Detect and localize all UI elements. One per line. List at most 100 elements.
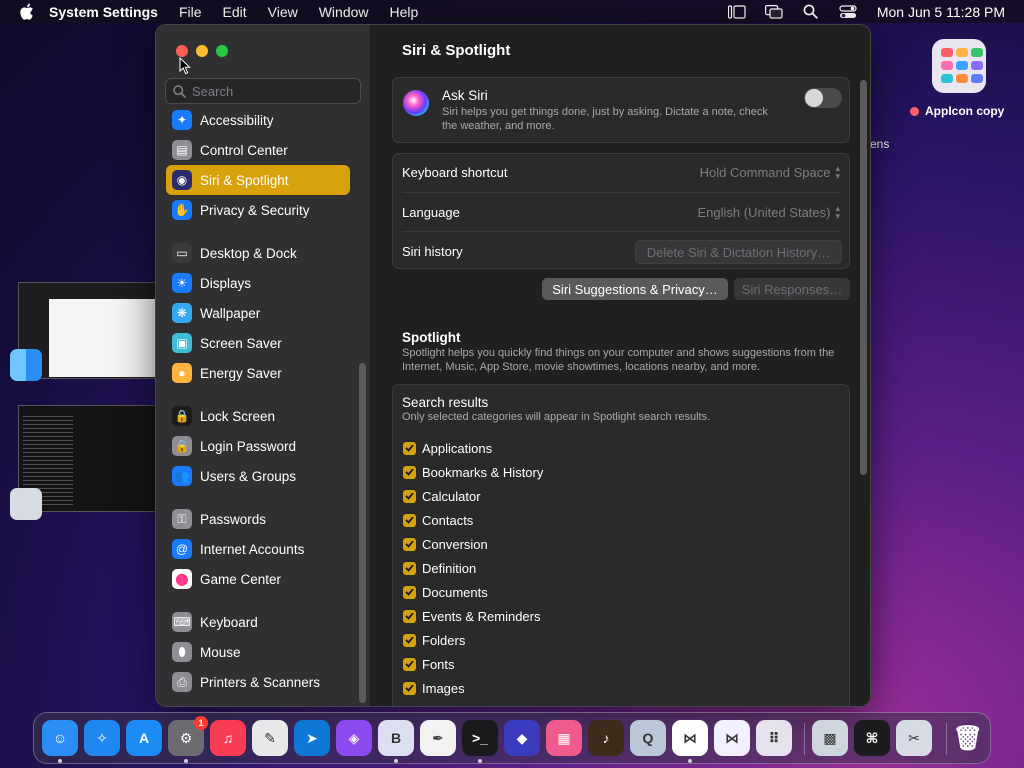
finder-window-icon[interactable] <box>10 349 42 381</box>
category-checkbox-folders[interactable]: Folders <box>403 628 543 652</box>
app-store-icon[interactable]: A <box>126 720 162 756</box>
sidebar-item-printers-scanners[interactable]: ⎙ Printers & Scanners <box>166 667 350 697</box>
sidebar-item-screen-saver[interactable]: ▣ Screen Saver <box>166 328 350 358</box>
sidebar-item-internet-accounts[interactable]: @ Internet Accounts <box>166 534 350 564</box>
category-checkbox-definition[interactable]: Definition <box>403 556 543 580</box>
bbedit-icon[interactable]: B <box>378 720 414 756</box>
trash-icon[interactable]: 🗑 <box>950 720 986 756</box>
sidebar-item-control-center[interactable]: ▤ Control Center <box>166 135 350 165</box>
category-checkbox-images[interactable]: Images <box>403 676 543 700</box>
at-icon: @ <box>172 539 192 559</box>
system-tool-icon[interactable]: ✂ <box>896 720 932 756</box>
ask-siri-toggle[interactable] <box>804 88 842 108</box>
category-label: Calculator <box>422 488 481 504</box>
xcode-instruments-icon[interactable]: ➤ <box>294 720 330 756</box>
sidebar-scrollbar[interactable] <box>359 363 366 703</box>
script-editor-icon[interactable]: ✎ <box>252 720 288 756</box>
sidebar-item-label: Users & Groups <box>200 468 297 484</box>
category-checkbox-applications[interactable]: Applications <box>403 436 543 460</box>
delete-history-button[interactable]: Delete Siri & Dictation History… <box>635 240 842 264</box>
control-center-icon[interactable] <box>836 4 860 20</box>
spotlight-search-icon[interactable] <box>799 4 823 20</box>
category-checkbox-bookmarks-history[interactable]: Bookmarks & History <box>403 460 543 484</box>
content-scrollbar[interactable] <box>860 80 867 475</box>
appicon-desktop-icon[interactable] <box>932 39 986 93</box>
sidebar-item-label: Internet Accounts <box>200 541 305 557</box>
sidebar-item-privacy-security[interactable]: ✋ Privacy & Security <box>166 195 350 225</box>
sidebar-item-label: Desktop & Dock <box>200 245 297 261</box>
zoom-button[interactable] <box>216 45 228 57</box>
app-menu[interactable]: System Settings <box>49 4 158 20</box>
siri-suggestions-privacy-button[interactable]: Siri Suggestions & Privacy… <box>542 278 728 300</box>
music-icon[interactable]: ♫ <box>210 720 246 756</box>
popup-arrows-icon: ▴ ▾ <box>835 203 840 221</box>
sidebar-item-lock-screen[interactable]: 🔒 Lock Screen <box>166 401 350 431</box>
sidebar-item-users-groups[interactable]: 👥 Users & Groups <box>166 461 350 491</box>
apple-menu-icon[interactable] <box>17 3 35 21</box>
category-label: Fonts <box>422 656 455 672</box>
shortcuts-icon[interactable]: ◆ <box>504 720 540 756</box>
image-capture-icon[interactable]: ▩ <box>812 720 848 756</box>
lock-icon: 🔒 <box>172 406 192 426</box>
menu-file[interactable]: File <box>179 4 202 20</box>
sidebar-item-passwords[interactable]: ⚿ Passwords <box>166 504 350 534</box>
sidebar-item-accessibility[interactable]: ✦ Accessibility <box>166 105 350 135</box>
sidebar-item-game-center[interactable]: ⬤ Game Center <box>166 564 350 594</box>
mouse-cursor <box>179 56 191 75</box>
sidebar-item-wallpaper[interactable]: ❋ Wallpaper <box>166 298 350 328</box>
sidebar-item-displays[interactable]: ☀ Displays <box>166 268 350 298</box>
category-label: Bookmarks & History <box>422 464 544 480</box>
language-popup[interactable]: English (United States) ▴ ▾ <box>698 203 840 221</box>
checkmark-icon <box>403 609 416 623</box>
system-tool-window-icon[interactable] <box>10 488 42 520</box>
system-settings-icon[interactable]: ⚙ 1 <box>168 716 208 756</box>
screen-mirroring-icon[interactable] <box>762 4 786 20</box>
running-indicator <box>394 759 398 763</box>
menu-clock[interactable]: Mon Jun 5 11:28 PM <box>877 4 1005 20</box>
stage-manager-icon[interactable] <box>725 4 749 20</box>
category-checkbox-events-reminders[interactable]: Events & Reminders <box>403 604 543 628</box>
sidebar-item-login-password[interactable]: 🔒 Login Password <box>166 431 350 461</box>
quicktime-icon[interactable]: Q <box>630 720 666 756</box>
sidebar-item-desktop-dock[interactable]: ▭ Desktop & Dock <box>166 238 350 268</box>
menu-view[interactable]: View <box>268 4 298 20</box>
desktop-icon-label[interactable]: AppIcon copy <box>910 104 1004 118</box>
menu-help[interactable]: Help <box>390 4 419 20</box>
garageband-icon[interactable]: ♪ <box>588 720 624 756</box>
category-checkbox-fonts[interactable]: Fonts <box>403 652 543 676</box>
keyboard-shortcut-row: Keyboard shortcut Hold Command Space ▴ ▾ <box>402 154 840 190</box>
ask-siri-description: Siri helps you get things done, just by … <box>442 106 768 132</box>
vscode-icon[interactable]: ⋈ <box>672 720 708 756</box>
sidebar-item-siri-spotlight[interactable]: ◉ Siri & Spotlight <box>166 165 350 195</box>
category-checkbox-contacts[interactable]: Contacts <box>403 508 543 532</box>
finder-icon[interactable]: ☺ <box>42 720 78 756</box>
preview-icon[interactable]: ▦ <box>546 720 582 756</box>
category-checkbox-conversion[interactable]: Conversion <box>403 532 543 556</box>
running-indicator <box>478 759 482 763</box>
siri-icon <box>403 90 429 116</box>
podcast-icon[interactable]: ◈ <box>336 720 372 756</box>
checkmark-icon <box>403 561 416 575</box>
minimize-button[interactable] <box>196 45 208 57</box>
category-checkbox-calculator[interactable]: Calculator <box>403 484 543 508</box>
visual-studio-icon[interactable]: ⋈ <box>714 720 750 756</box>
sidebar-item-energy-saver[interactable]: ● Energy Saver <box>166 358 350 388</box>
launchpad-icon[interactable]: ⠿ <box>756 720 792 756</box>
category-checkbox-documents[interactable]: Documents <box>403 580 543 604</box>
sidebar-list: ✦ Accessibility ▤ Control Center ◉ Siri & Spo… <box>166 105 350 697</box>
category-label: Folders <box>422 632 466 648</box>
keyboard-viewer-icon[interactable]: ⌘ <box>854 720 890 756</box>
terminal-icon[interactable]: >_ <box>462 720 498 756</box>
running-indicator <box>58 759 62 763</box>
menu-edit[interactable]: Edit <box>223 4 247 20</box>
close-button[interactable] <box>176 45 188 57</box>
safari-icon[interactable]: ✧ <box>84 720 120 756</box>
keyboard-shortcut-popup[interactable]: Hold Command Space ▴ ▾ <box>700 164 840 181</box>
sidebar-item-mouse[interactable]: ⬮ Mouse <box>166 637 350 667</box>
sidebar-item-keyboard[interactable]: ⌨ Keyboard <box>166 607 350 637</box>
siri-responses-button[interactable]: Siri Responses… <box>734 278 850 300</box>
textedit-icon[interactable]: ✒ <box>420 720 456 756</box>
search-field[interactable]: Search <box>165 78 361 104</box>
menu-window[interactable]: Window <box>319 4 369 20</box>
